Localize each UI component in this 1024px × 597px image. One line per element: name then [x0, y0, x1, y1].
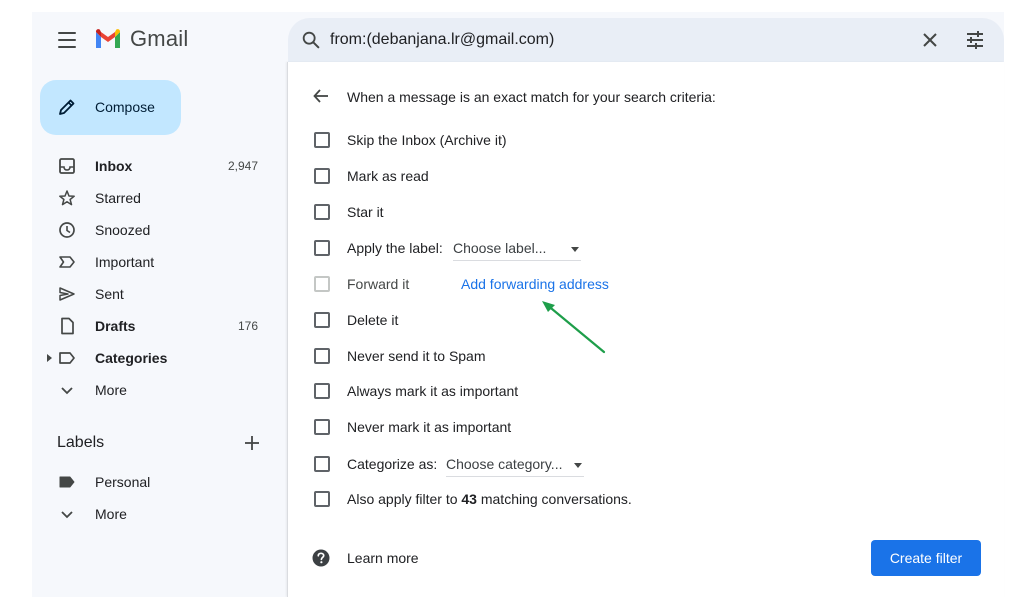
pencil-icon — [59, 99, 75, 115]
sidebar-item-important[interactable]: Important — [32, 246, 272, 278]
help-icon — [312, 549, 330, 567]
sidebar-item-categories[interactable]: Categories — [32, 342, 272, 374]
label-item-label: More — [95, 506, 127, 522]
sidebar-item-label: More — [95, 382, 127, 398]
back-arrow-icon[interactable] — [312, 87, 330, 105]
sidebar-item-drafts[interactable]: Drafts 176 — [32, 310, 272, 342]
send-icon — [59, 287, 75, 301]
choose-category-dropdown[interactable]: Choose category... — [446, 455, 584, 477]
main-menu-icon[interactable] — [56, 29, 78, 51]
sidebar-item-sent[interactable]: Sent — [32, 278, 272, 310]
labels-more[interactable]: More — [32, 498, 272, 530]
mark-read-checkbox[interactable] — [314, 168, 330, 184]
choose-label-value: Choose label... — [453, 240, 547, 256]
label-item-label: Personal — [95, 474, 151, 490]
sidebar-item-label: Snoozed — [95, 222, 151, 238]
sidebar-item-label: Drafts — [95, 318, 136, 334]
sidebar-item-starred[interactable]: Starred — [32, 182, 272, 214]
labels-list: Personal More — [32, 466, 272, 530]
also-apply-label: Also apply filter to 43 matching convers… — [347, 491, 632, 507]
search-input[interactable] — [330, 18, 890, 62]
never-spam-label: Never send it to Spam — [347, 348, 486, 364]
gmail-m-icon — [96, 29, 120, 48]
search-options-icon[interactable] — [964, 29, 986, 51]
option-never-important: Never mark it as important — [314, 418, 914, 438]
gmail-app: Gmail Compose — [32, 12, 1004, 597]
sidebar-nav: Inbox 2,947 Starred Snoozed Important Se… — [32, 150, 272, 406]
important-icon — [59, 256, 75, 268]
compose-button[interactable]: Compose — [40, 80, 181, 135]
categorize-checkbox[interactable] — [314, 456, 330, 472]
learn-more-link[interactable]: Learn more — [347, 550, 419, 566]
search-icon[interactable] — [300, 29, 322, 51]
option-categorize: Categorize as: Choose category... — [314, 455, 914, 477]
apply-label-label: Apply the label: — [347, 240, 443, 256]
option-star: Star it — [314, 203, 914, 223]
also-apply-checkbox[interactable] — [314, 491, 330, 507]
star-checkbox[interactable] — [314, 204, 330, 220]
sidebar-item-label: Starred — [95, 190, 141, 206]
add-label-icon[interactable] — [244, 435, 260, 451]
delete-checkbox[interactable] — [314, 312, 330, 328]
sidebar-item-snoozed[interactable]: Snoozed — [32, 214, 272, 246]
inbox-icon — [59, 158, 75, 174]
forward-checkbox[interactable] — [314, 276, 330, 292]
also-apply-prefix: Also apply filter to — [347, 491, 462, 507]
draft-count: 176 — [237, 319, 258, 333]
option-also-apply: Also apply filter to 43 matching convers… — [314, 490, 914, 510]
forward-label: Forward it — [347, 276, 410, 292]
chevron-down-icon — [61, 511, 73, 519]
option-never-spam: Never send it to Spam — [314, 347, 914, 367]
always-important-label: Always mark it as important — [347, 383, 519, 399]
never-spam-checkbox[interactable] — [314, 348, 330, 364]
create-filter-button[interactable]: Create filter — [871, 540, 981, 576]
matching-count: 43 — [461, 491, 477, 507]
delete-label: Delete it — [347, 312, 399, 328]
expand-caret-icon[interactable] — [47, 354, 52, 362]
sidebar-item-more[interactable]: More — [32, 374, 272, 406]
option-mark-read: Mark as read — [314, 167, 914, 187]
option-apply-label: Apply the label: Choose label... — [314, 239, 914, 261]
sidebar-item-label: Sent — [95, 286, 124, 302]
sidebar-item-inbox[interactable]: Inbox 2,947 — [32, 150, 272, 182]
mark-read-label: Mark as read — [347, 168, 429, 184]
compose-label: Compose — [95, 99, 155, 115]
option-skip-inbox: Skip the Inbox (Archive it) — [314, 131, 914, 151]
star-label: Star it — [347, 204, 384, 220]
skip-inbox-checkbox[interactable] — [314, 132, 330, 148]
gmail-logo[interactable]: Gmail — [94, 26, 188, 52]
skip-inbox-label: Skip the Inbox (Archive it) — [347, 132, 507, 148]
apply-label-checkbox[interactable] — [314, 240, 330, 256]
create-filter-panel: When a message is an exact match for you… — [287, 62, 1004, 597]
option-always-important: Always mark it as important — [314, 382, 914, 402]
clear-search-icon[interactable] — [920, 30, 940, 50]
dropdown-arrow-icon — [574, 463, 582, 468]
search-bar — [288, 18, 1004, 62]
sidebar-item-label: Categories — [95, 350, 168, 366]
labels-heading: Labels — [57, 434, 105, 451]
always-important-checkbox[interactable] — [314, 383, 330, 399]
sidebar-item-label: Important — [95, 254, 155, 270]
categorize-label: Categorize as: — [347, 456, 438, 472]
star-icon — [59, 190, 75, 206]
choose-label-dropdown[interactable]: Choose label... — [453, 239, 581, 261]
app-name: Gmail — [130, 26, 189, 51]
option-forward: Forward it Add forwarding address — [314, 275, 914, 295]
sidebar-item-label: Inbox — [95, 158, 133, 174]
never-important-checkbox[interactable] — [314, 419, 330, 435]
unread-count: 2,947 — [227, 159, 258, 173]
clock-icon — [59, 222, 75, 238]
criteria-text: When a message is an exact match for you… — [347, 89, 716, 105]
draft-icon — [61, 317, 74, 335]
choose-category-value: Choose category... — [446, 456, 563, 472]
option-delete: Delete it — [314, 311, 914, 331]
label-outline-icon — [59, 352, 75, 364]
also-apply-suffix: matching conversations. — [476, 491, 632, 507]
chevron-down-icon — [61, 387, 73, 395]
label-icon — [59, 476, 75, 488]
label-item-personal[interactable]: Personal — [32, 466, 272, 498]
never-important-label: Never mark it as important — [347, 419, 512, 435]
dropdown-arrow-icon — [571, 247, 579, 252]
add-forwarding-address-link[interactable]: Add forwarding address — [461, 276, 609, 292]
